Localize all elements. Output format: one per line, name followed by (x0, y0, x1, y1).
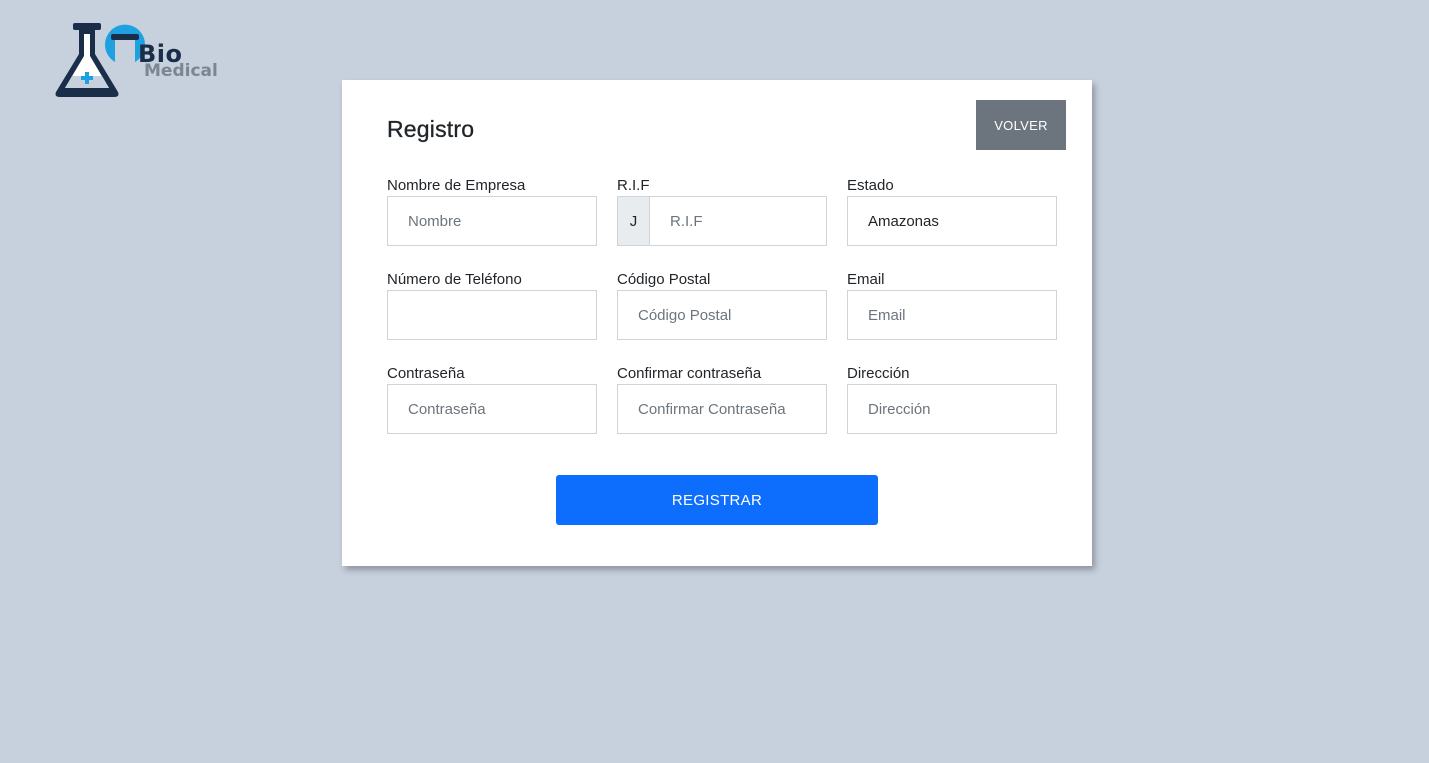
rif-prefix: J (617, 196, 649, 246)
field-postal-code: Código Postal (617, 270, 827, 340)
company-name-label: Nombre de Empresa (387, 177, 526, 194)
postal-code-label: Código Postal (617, 271, 711, 288)
field-address: Dirección (847, 364, 1057, 434)
field-rif: R.I.F J (617, 176, 827, 246)
state-input[interactable] (847, 196, 1057, 246)
password-label: Contraseña (387, 365, 465, 382)
register-button[interactable]: REGISTRAR (556, 475, 878, 525)
postal-code-input[interactable] (617, 290, 827, 340)
password-input[interactable] (387, 384, 597, 434)
logo[interactable]: Bio Medical (53, 20, 223, 100)
rif-input-group: J (617, 196, 827, 246)
confirm-password-label: Confirmar contraseña (617, 365, 762, 382)
email-input[interactable] (847, 290, 1057, 340)
field-phone: Número de Teléfono (387, 270, 597, 340)
phone-label: Número de Teléfono (387, 271, 522, 288)
company-name-input[interactable] (387, 196, 597, 246)
logo-text-medical: Medical (144, 61, 218, 81)
confirm-password-input[interactable] (617, 384, 827, 434)
field-confirm-password: Confirmar contraseña (617, 364, 827, 434)
page: Bio Medical Registro VOLVER Nombre de Em… (0, 0, 1429, 763)
field-state: Estado (847, 176, 1057, 246)
address-input[interactable] (847, 384, 1057, 434)
address-label: Dirección (847, 365, 910, 382)
state-label: Estado (847, 177, 894, 194)
phone-input[interactable] (387, 290, 597, 340)
email-label: Email (847, 271, 885, 288)
field-email: Email (847, 270, 1057, 340)
back-button[interactable]: VOLVER (976, 100, 1066, 150)
rif-label: R.I.F (617, 177, 650, 194)
rif-input[interactable] (649, 196, 827, 246)
page-title: Registro (387, 116, 475, 142)
registration-card: Registro VOLVER Nombre de Empresa R.I.F … (342, 80, 1092, 566)
field-password: Contraseña (387, 364, 597, 434)
field-company-name: Nombre de Empresa (387, 176, 597, 246)
